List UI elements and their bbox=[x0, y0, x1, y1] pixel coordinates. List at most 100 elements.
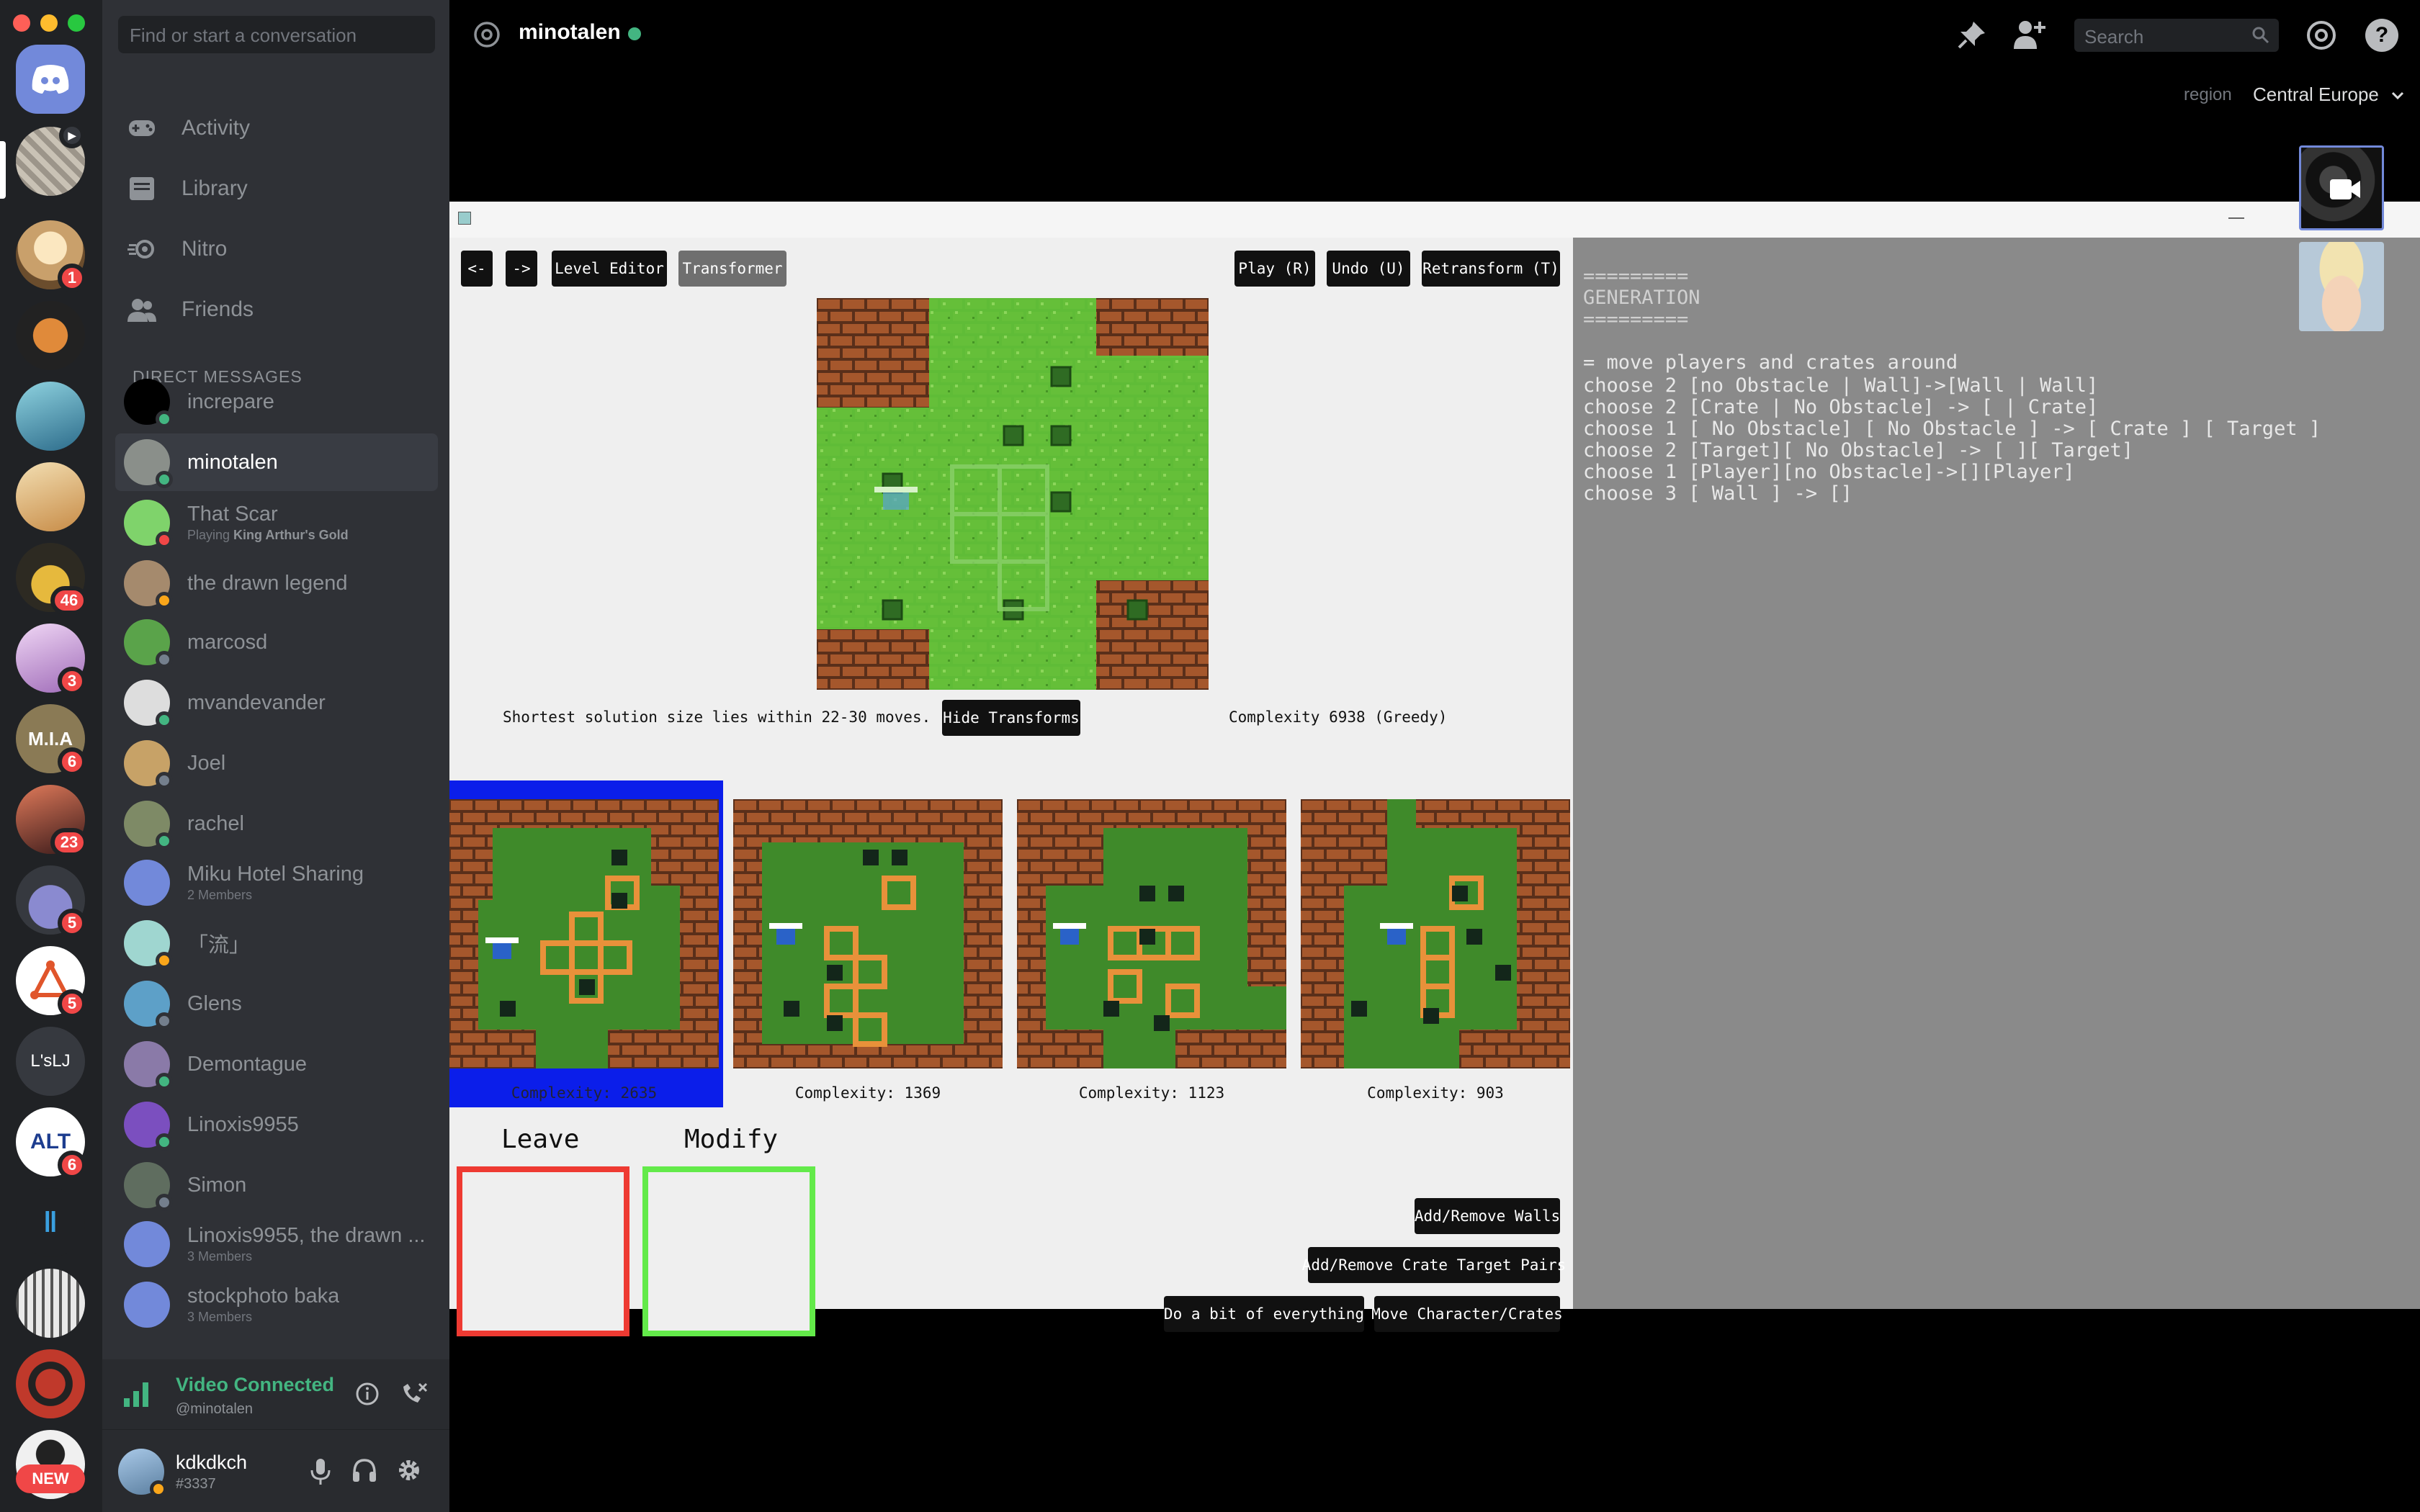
group-dm-icon bbox=[124, 1221, 170, 1267]
retransform-button[interactable]: Retransform (T) bbox=[1422, 251, 1560, 287]
transformer-button[interactable]: Transformer bbox=[678, 251, 786, 287]
settings-gear-icon[interactable] bbox=[396, 1457, 422, 1487]
add-remove-walls-button[interactable]: Add/Remove Walls bbox=[1415, 1198, 1560, 1234]
transform-thumbnail[interactable] bbox=[1301, 799, 1570, 1068]
mentions-icon[interactable] bbox=[2305, 19, 2338, 55]
dm-name: marcosd bbox=[187, 630, 268, 654]
chevron-down-icon[interactable] bbox=[2391, 91, 2404, 104]
forward-button[interactable]: -> bbox=[506, 251, 537, 287]
dm-item[interactable]: mvandevander bbox=[115, 674, 438, 732]
play-button[interactable]: Play (R) bbox=[1234, 251, 1315, 287]
avatar bbox=[124, 920, 173, 969]
server-icon[interactable] bbox=[16, 1269, 85, 1338]
dm-subtext: 3 Members bbox=[187, 1249, 425, 1264]
nav-friends[interactable]: Friends bbox=[124, 287, 434, 333]
add-friend-icon[interactable] bbox=[2012, 19, 2047, 54]
dm-text: Demontague bbox=[187, 1053, 307, 1076]
maximize-window-icon[interactable] bbox=[68, 14, 85, 32]
avatar bbox=[124, 439, 173, 488]
dm-item[interactable]: Simon bbox=[115, 1156, 438, 1214]
dm-item[interactable]: minotalen bbox=[115, 433, 438, 491]
back-button[interactable]: <- bbox=[461, 251, 493, 287]
level-editor-button[interactable]: Level Editor bbox=[552, 251, 667, 287]
dm-item[interactable]: Joel bbox=[115, 734, 438, 792]
app-icon bbox=[458, 212, 471, 225]
close-window-icon[interactable] bbox=[13, 14, 30, 32]
group-dm-icon bbox=[124, 860, 170, 906]
dm-item[interactable]: stockphoto baka 3 Members bbox=[115, 1276, 438, 1333]
transform-thumbnail[interactable] bbox=[1017, 799, 1286, 1068]
undo-button[interactable]: Undo (U) bbox=[1327, 251, 1410, 287]
transform-thumbnail[interactable] bbox=[733, 799, 1003, 1068]
dm-item[interactable]: the drawn legend bbox=[115, 554, 438, 612]
nav-library[interactable]: Library bbox=[124, 166, 434, 212]
dm-name: mvandevander bbox=[187, 690, 326, 714]
dm-item[interactable]: Linoxis9955, the drawn ... 3 Members bbox=[115, 1215, 438, 1273]
avatar[interactable] bbox=[118, 1449, 167, 1498]
thumbnail-complexity: Complexity: 2635 bbox=[511, 1084, 658, 1102]
dm-text: the drawn legend bbox=[187, 572, 348, 595]
user-panel: kdkdkch #3337 bbox=[102, 1430, 449, 1512]
modify-label: Modify bbox=[684, 1125, 779, 1154]
dm-text: increpare bbox=[187, 390, 274, 414]
modify-drop-zone[interactable] bbox=[642, 1166, 815, 1336]
dm-item[interactable]: Demontague bbox=[115, 1035, 438, 1093]
avatar bbox=[124, 1041, 173, 1090]
pin-icon[interactable] bbox=[1956, 19, 1988, 54]
dm-item[interactable]: Miku Hotel Sharing 2 Members bbox=[115, 854, 438, 912]
server-icon[interactable]: ‖ bbox=[16, 1188, 85, 1257]
leave-drop-zone[interactable] bbox=[457, 1166, 629, 1336]
thumbnail-canvas bbox=[1301, 799, 1570, 1068]
dm-item[interactable]: Linoxis9955 bbox=[115, 1096, 438, 1153]
dm-item[interactable]: 「流」 bbox=[115, 914, 438, 972]
dm-item[interactable]: rachel bbox=[115, 795, 438, 852]
leave-label: Leave bbox=[501, 1125, 580, 1154]
shared-screen: <- -> Level Editor Transformer Play (R) … bbox=[449, 202, 2420, 1336]
discord-logo-icon bbox=[16, 45, 85, 114]
generation-rule-line: choose 1 [ No Obstacle] [ No Obstacle ] … bbox=[1583, 418, 2321, 440]
generation-rule-line: choose 2 [Crate | No Obstacle] -> [ | Cr… bbox=[1583, 396, 2099, 418]
do-a-bit-of-everything-button[interactable]: Do a bit of everything bbox=[1164, 1296, 1364, 1332]
dm-item[interactable]: Glens bbox=[115, 975, 438, 1032]
server-rail: ▶ 1 46 3 M.I.A 6 23 5 5 L'sLJ ALT 6 ‖ NE… bbox=[0, 0, 102, 1512]
move-character-crates-button[interactable]: Move Character/Crates bbox=[1371, 1296, 1563, 1332]
server-icon[interactable] bbox=[16, 382, 85, 451]
disconnect-icon[interactable] bbox=[399, 1381, 428, 1410]
find-conversation-input[interactable]: Find or start a conversation bbox=[118, 16, 435, 53]
voice-channel: @minotalen bbox=[176, 1401, 254, 1417]
nav-activity[interactable]: Activity bbox=[124, 105, 434, 151]
status-indicator bbox=[156, 592, 173, 609]
minimize-window-icon[interactable] bbox=[40, 14, 58, 32]
voice-connection-panel: Video Connected @minotalen bbox=[102, 1359, 449, 1430]
online-status-dot bbox=[628, 27, 641, 40]
channel-header: minotalen Search ? bbox=[449, 0, 2420, 69]
region-select[interactable]: Central Europe bbox=[2253, 84, 2379, 106]
search-input[interactable]: Search bbox=[2074, 19, 2279, 52]
nav-nitro[interactable]: Nitro bbox=[124, 226, 434, 272]
dm-item[interactable]: increpare bbox=[115, 373, 438, 431]
server-icon[interactable] bbox=[16, 301, 85, 370]
dm-item[interactable]: That Scar Playing King Arthur's Gold bbox=[115, 494, 438, 552]
microphone-icon[interactable] bbox=[310, 1457, 331, 1490]
server-icon[interactable] bbox=[16, 462, 85, 531]
home-button[interactable] bbox=[16, 45, 85, 114]
video-tile-participant[interactable] bbox=[2299, 242, 2384, 331]
connection-info-icon[interactable] bbox=[354, 1381, 380, 1410]
server-icon[interactable]: L'sLJ bbox=[16, 1027, 85, 1096]
level-preview[interactable] bbox=[817, 298, 1209, 690]
help-icon[interactable]: ? bbox=[2365, 19, 2398, 52]
video-tile-self[interactable] bbox=[2299, 145, 2384, 230]
new-badge: NEW bbox=[16, 1464, 85, 1493]
dm-name: Glens bbox=[187, 991, 242, 1015]
mention-badge: 6 bbox=[58, 1151, 86, 1179]
library-icon bbox=[124, 171, 160, 207]
add-remove-crate-target-pairs-button[interactable]: Add/Remove Crate Target Pairs bbox=[1302, 1247, 1566, 1283]
headphones-icon[interactable] bbox=[351, 1457, 377, 1487]
minimize-icon[interactable] bbox=[2228, 217, 2244, 219]
dm-item[interactable]: marcosd bbox=[115, 613, 438, 671]
hide-transforms-button[interactable]: Hide Transforms bbox=[942, 700, 1080, 736]
voice-status[interactable]: Video Connected bbox=[176, 1374, 334, 1396]
server-icon[interactable] bbox=[16, 1349, 85, 1418]
dm-name: 「流」 bbox=[187, 934, 251, 957]
transform-thumbnail[interactable] bbox=[449, 799, 719, 1068]
